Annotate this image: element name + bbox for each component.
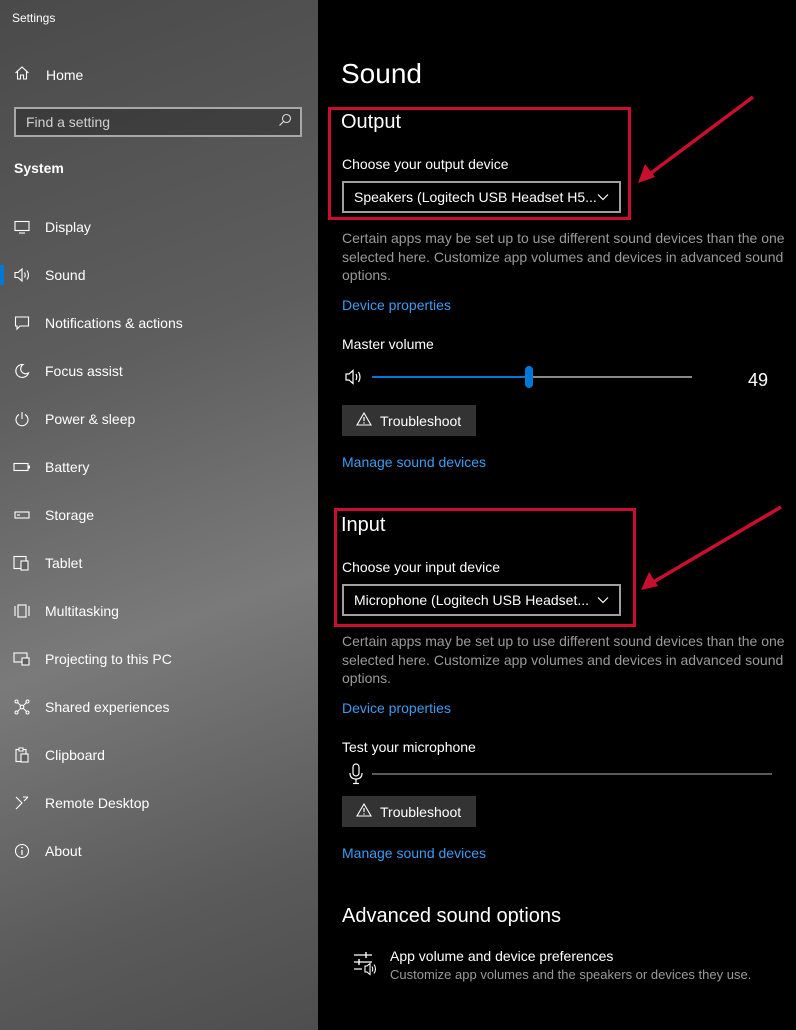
sidebar-item-label: Battery <box>45 459 90 475</box>
sidebar-item-about[interactable]: About <box>0 831 318 871</box>
sidebar-item-notifications[interactable]: Notifications & actions <box>0 303 318 343</box>
monitor-icon <box>0 219 45 235</box>
projecting-icon <box>0 651 45 667</box>
sidebar-item-shared-experiences[interactable]: Shared experiences <box>0 687 318 727</box>
microphone-icon <box>348 763 364 790</box>
sidebar-item-label: About <box>45 843 82 859</box>
volume-slider-rest <box>529 376 692 378</box>
home-button[interactable]: Home <box>14 64 83 86</box>
info-icon <box>0 843 45 859</box>
app-volume-icon <box>352 950 378 982</box>
sidebar-item-label: Notifications & actions <box>45 315 183 331</box>
sidebar-item-label: Tablet <box>45 555 83 571</box>
input-device-properties-link[interactable]: Device properties <box>342 700 451 716</box>
sidebar-item-label: Multitasking <box>45 603 119 619</box>
moon-icon <box>0 363 45 379</box>
sidebar-item-label: Display <box>45 219 91 235</box>
sidebar-item-label: Storage <box>45 507 95 523</box>
multitasking-icon <box>0 603 45 619</box>
output-manage-devices-link[interactable]: Manage sound devices <box>342 454 486 470</box>
sidebar-item-remote-desktop[interactable]: Remote Desktop <box>0 783 318 823</box>
page-title: Sound <box>341 58 422 89</box>
search-icon[interactable] <box>278 113 292 132</box>
sidebar-item-sound[interactable]: Sound <box>0 255 318 295</box>
troubleshoot-label: Troubleshoot <box>380 803 462 820</box>
window-title: Settings <box>12 11 56 25</box>
master-volume-value: 49 <box>748 370 769 390</box>
search-input[interactable]: Find a setting <box>14 107 302 137</box>
sidebar-item-display[interactable]: Display <box>0 207 318 247</box>
clipboard-icon <box>0 747 45 763</box>
input-manage-devices-link[interactable]: Manage sound devices <box>342 845 486 861</box>
warning-icon <box>356 802 372 820</box>
speaker-icon <box>0 267 45 283</box>
input-description: Certain apps may be set up to use differ… <box>342 633 785 686</box>
notification-icon <box>0 315 45 331</box>
sidebar-item-label: Shared experiences <box>45 699 170 715</box>
test-microphone-label: Test your microphone <box>342 739 476 755</box>
volume-slider-thumb[interactable] <box>525 366 533 388</box>
sidebar-item-label: Remote Desktop <box>45 795 150 811</box>
storage-icon <box>0 507 45 523</box>
main-panel: Sound Output Choose your output device S… <box>318 0 796 1030</box>
input-arrow-annotation <box>641 505 782 590</box>
master-volume-label: Master volume <box>342 336 434 352</box>
sidebar-item-multitasking[interactable]: Multitasking <box>0 591 318 631</box>
speaker-icon[interactable] <box>344 368 364 391</box>
home-label: Home <box>46 67 84 83</box>
sidebar-item-label: Focus assist <box>45 363 123 379</box>
input-highlight-box <box>334 508 636 627</box>
master-volume-slider[interactable] <box>372 366 692 388</box>
output-description: Certain apps may be set up to use differ… <box>342 230 785 283</box>
sidebar-item-focus-assist[interactable]: Focus assist <box>0 351 318 391</box>
output-arrow-annotation <box>638 95 755 183</box>
input-troubleshoot-button[interactable]: Troubleshoot <box>342 796 476 827</box>
sidebar: Settings Home Find a setting System Disp… <box>0 0 318 1030</box>
sidebar-item-storage[interactable]: Storage <box>0 495 318 535</box>
sidebar-item-label: Clipboard <box>45 747 105 763</box>
sidebar-item-power-sleep[interactable]: Power & sleep <box>0 399 318 439</box>
sidebar-item-tablet[interactable]: Tablet <box>0 543 318 583</box>
search-placeholder: Find a setting <box>26 114 111 130</box>
power-icon <box>0 411 45 427</box>
warning-icon <box>356 411 372 429</box>
microphone-level-meter <box>372 773 772 775</box>
shared-icon <box>0 699 45 715</box>
remote-desktop-icon <box>0 795 45 811</box>
troubleshoot-label: Troubleshoot <box>380 412 462 429</box>
app-volume-preferences-link[interactable]: App volume and device preferences Custom… <box>352 948 751 982</box>
tablet-icon <box>0 555 45 571</box>
sidebar-item-label: Projecting to this PC <box>45 651 172 667</box>
sidebar-item-label: Sound <box>45 267 86 283</box>
output-troubleshoot-button[interactable]: Troubleshoot <box>342 405 476 436</box>
output-highlight-box <box>328 107 631 220</box>
output-device-properties-link[interactable]: Device properties <box>342 297 451 313</box>
app-volume-title: App volume and device preferences <box>390 948 614 964</box>
battery-icon <box>0 459 45 475</box>
sidebar-item-label: Power & sleep <box>45 411 136 427</box>
home-icon <box>14 65 30 86</box>
sidebar-item-battery[interactable]: Battery <box>0 447 318 487</box>
app-volume-description: Customize app volumes and the speakers o… <box>390 967 752 982</box>
sidebar-item-clipboard[interactable]: Clipboard <box>0 735 318 775</box>
section-title: System <box>14 160 64 176</box>
sidebar-item-projecting[interactable]: Projecting to this PC <box>0 639 318 679</box>
volume-slider-fill <box>372 376 529 378</box>
advanced-heading: Advanced sound options <box>342 905 562 927</box>
